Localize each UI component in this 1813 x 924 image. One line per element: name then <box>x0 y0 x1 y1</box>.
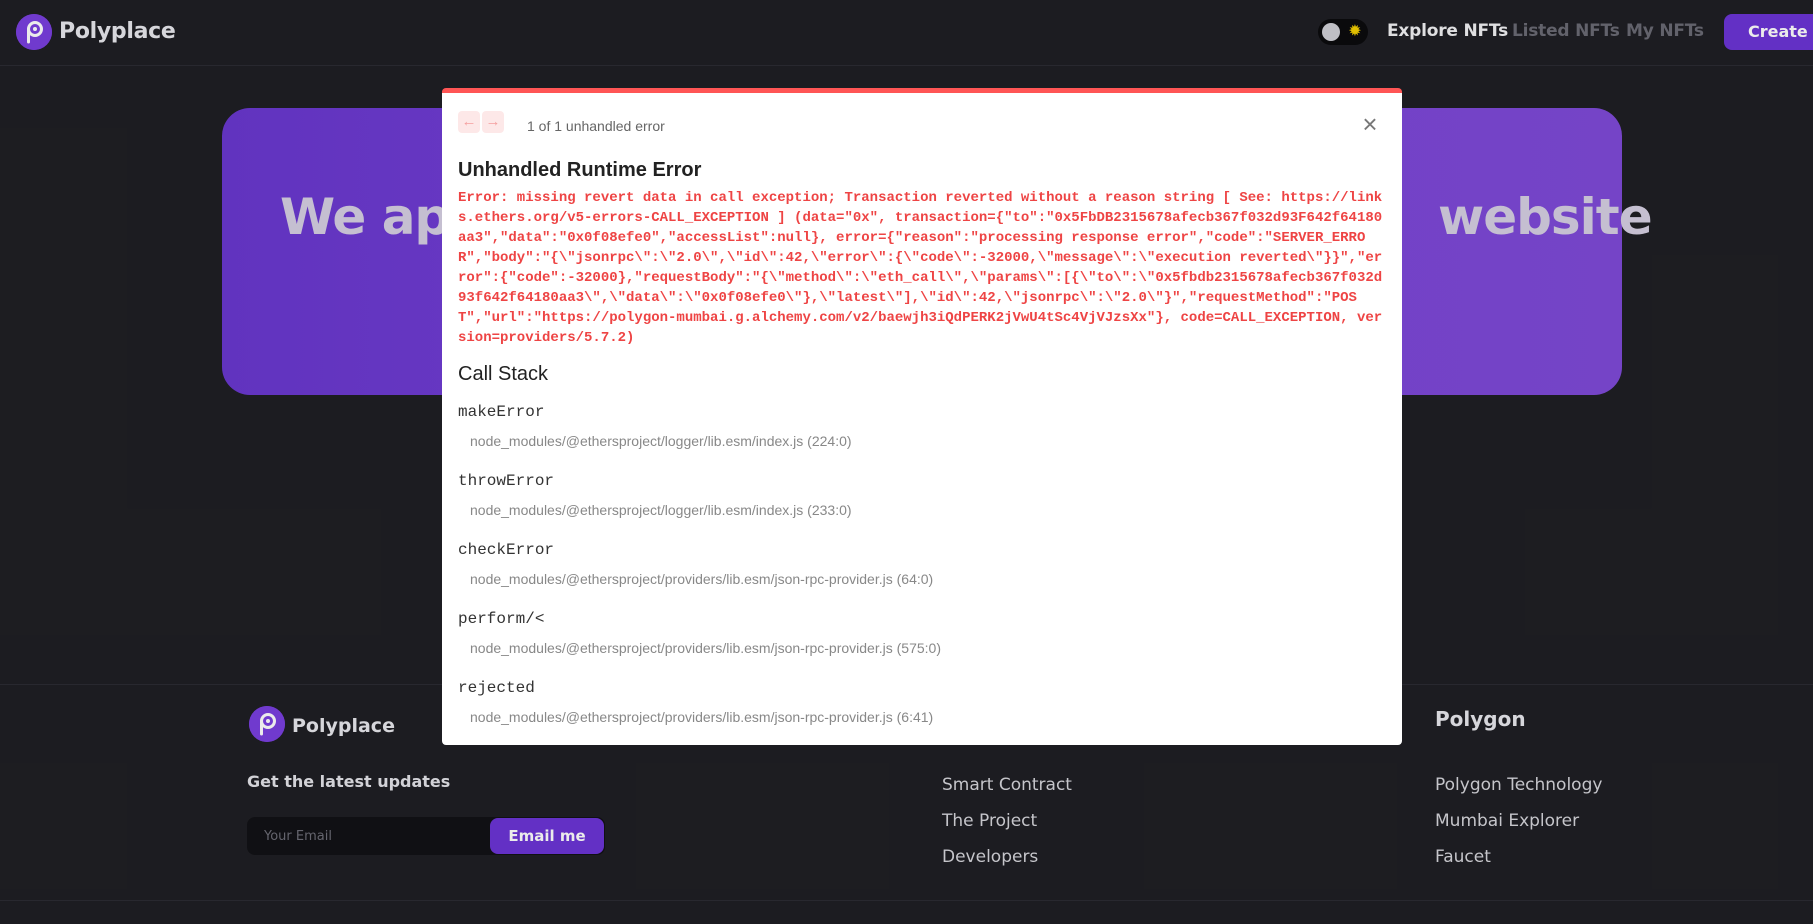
stack-frame-location: node_modules/@ethersproject/providers/li… <box>470 571 934 587</box>
stack-frame[interactable]: throwError node_modules/@ethersproject/l… <box>458 472 1378 518</box>
stack-frame-location: node_modules/@ethersproject/logger/lib.e… <box>470 502 852 518</box>
stack-frame-function: perform/< <box>458 610 545 628</box>
error-title: Unhandled Runtime Error <box>458 159 702 181</box>
stack-frame[interactable]: makeError node_modules/@ethersproject/lo… <box>458 403 1378 449</box>
next-error-arrow-icon[interactable]: → <box>482 111 504 133</box>
stack-frame-function: throwError <box>458 472 555 490</box>
stack-frame-location: node_modules/@ethersproject/providers/li… <box>470 640 941 656</box>
error-count: 1 of 1 unhandled error <box>527 118 665 134</box>
error-message: Error: missing revert data in call excep… <box>458 190 1383 346</box>
stack-frame-location: node_modules/@ethersproject/logger/lib.e… <box>470 433 852 449</box>
call-stack-title: Call Stack <box>458 363 549 385</box>
stack-frame[interactable]: rejected node_modules/@ethersproject/pro… <box>458 679 1378 725</box>
stack-frame-function: checkError <box>458 541 555 559</box>
close-icon[interactable]: × <box>1359 111 1381 137</box>
stack-frame-function: rejected <box>458 679 535 697</box>
error-nav: ← → <box>458 111 506 133</box>
stack-frame[interactable]: perform/< node_modules/@ethersproject/pr… <box>458 610 1378 656</box>
stack-frame[interactable]: checkError node_modules/@ethersproject/p… <box>458 541 1378 587</box>
stack-frame-function: makeError <box>458 403 545 421</box>
previous-error-arrow-icon[interactable]: ← <box>458 111 480 133</box>
stack-frame-location: node_modules/@ethersproject/providers/li… <box>470 709 934 725</box>
error-dialog: ← → 1 of 1 unhandled error × Unhandled Ru… <box>442 88 1402 745</box>
